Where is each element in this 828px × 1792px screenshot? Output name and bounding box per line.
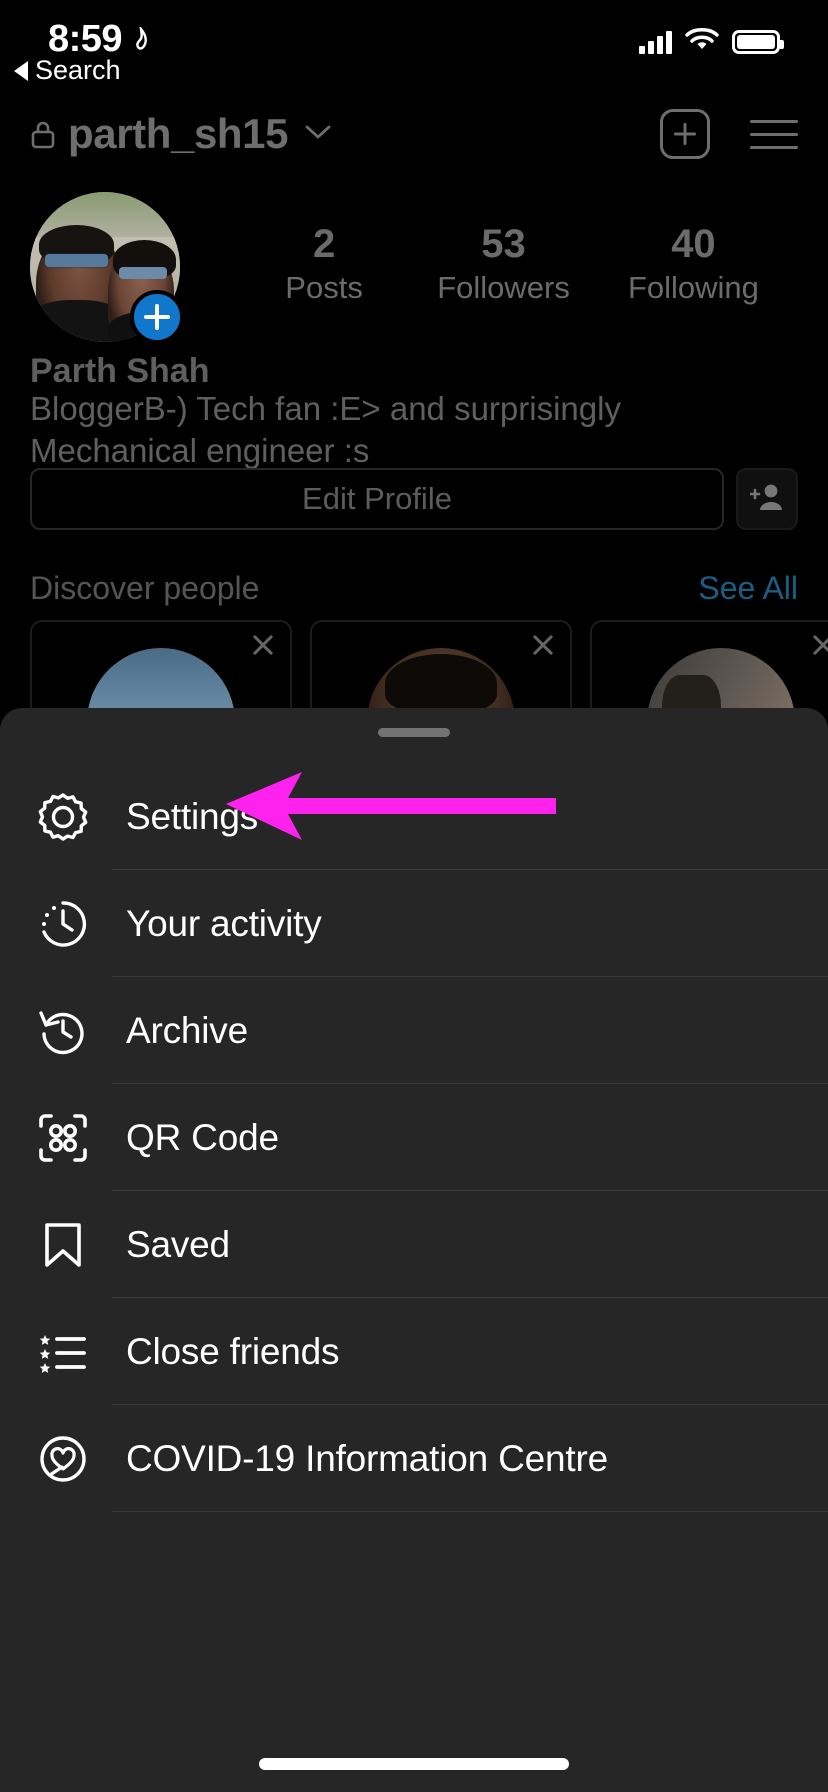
drag-handle[interactable] [378, 728, 450, 737]
hamburger-menu-icon[interactable] [750, 119, 798, 149]
status-bar: 8:59 [0, 0, 828, 100]
profile-nav-bar: parth_sh15 [0, 96, 828, 172]
menu-item-covid-info[interactable]: COVID-19 Information Centre [0, 1405, 828, 1512]
archive-clock-icon [28, 996, 98, 1066]
profile-summary: 2 Posts 53 Followers 40 Following [0, 192, 828, 352]
lock-icon [30, 119, 56, 150]
menu-item-label: Archive [126, 1009, 248, 1051]
heart-circle-icon [28, 1424, 98, 1494]
profile-bio: BloggerB-) Tech fan :E> and surprisingly… [30, 390, 621, 470]
qr-code-icon [28, 1103, 98, 1173]
discover-people-header: Discover people See All [0, 570, 828, 607]
close-icon[interactable] [530, 632, 556, 658]
wifi-icon [685, 27, 719, 57]
plus-square-icon[interactable] [660, 109, 710, 159]
cellular-signal-icon [639, 30, 672, 54]
menu-item-label: COVID-19 Information Centre [126, 1437, 608, 1479]
menu-item-your-activity[interactable]: Your activity [0, 870, 828, 977]
stat-value: 40 [671, 222, 716, 266]
location-arrow-icon [130, 26, 152, 53]
profile-stats: 2 Posts 53 Followers 40 Following [180, 192, 828, 306]
username-dropdown[interactable]: parth_sh15 [30, 110, 660, 158]
menu-item-qr-code[interactable]: QR Code [0, 1084, 828, 1191]
star-list-icon [28, 1317, 98, 1387]
back-triangle-icon [14, 60, 28, 81]
menu-item-saved[interactable]: Saved [0, 1191, 828, 1298]
menu-item-label: QR Code [126, 1116, 279, 1158]
stat-label: Posts [285, 270, 363, 305]
bookmark-icon [28, 1210, 98, 1280]
stat-value: 2 [312, 222, 336, 266]
stat-posts[interactable]: 2 Posts [269, 224, 379, 306]
menu-divider [112, 1511, 828, 1512]
avatar[interactable] [30, 192, 184, 344]
discover-people-title: Discover people [30, 570, 260, 606]
status-bar-right [639, 18, 784, 57]
stat-followers[interactable]: 53 Followers [437, 224, 570, 306]
profile-action-buttons: Edit Profile [30, 468, 798, 530]
activity-clock-icon [28, 889, 98, 959]
menu-item-archive[interactable]: Archive [0, 977, 828, 1084]
menu-item-label: Your activity [126, 902, 322, 944]
menu-item-label: Close friends [126, 1330, 340, 1372]
menu-item-close-friends[interactable]: Close friends [0, 1298, 828, 1405]
discover-see-all-link[interactable]: See All [698, 570, 798, 607]
chevron-down-icon [304, 123, 332, 146]
stat-label: Following [627, 270, 759, 305]
profile-username: parth_sh15 [68, 110, 289, 157]
edit-profile-button[interactable]: Edit Profile [30, 468, 724, 530]
settings-menu-list: Settings Your activity Archive QR Code S… [0, 763, 828, 1512]
home-indicator [259, 1758, 569, 1770]
close-icon[interactable] [250, 632, 276, 658]
menu-item-settings[interactable]: Settings [0, 763, 828, 870]
plus-circle-icon[interactable] [130, 290, 184, 344]
menu-item-label: Saved [126, 1223, 230, 1265]
add-person-button[interactable] [736, 468, 798, 530]
settings-bottom-sheet: Settings Your activity Archive QR Code S… [0, 708, 828, 1792]
back-link-label: Search [35, 55, 121, 85]
stat-value: 53 [481, 222, 526, 266]
add-person-icon [749, 482, 784, 517]
profile-full-name: Parth Shah [30, 352, 210, 390]
profile-nav-actions [660, 109, 798, 159]
stat-label: Followers [437, 270, 570, 305]
stat-following[interactable]: 40 Following [628, 224, 759, 306]
menu-item-label: Settings [126, 795, 259, 837]
close-icon[interactable] [810, 632, 828, 658]
battery-full-icon [732, 30, 784, 54]
back-to-search-link[interactable]: Search [14, 55, 121, 86]
gear-icon [28, 782, 98, 852]
